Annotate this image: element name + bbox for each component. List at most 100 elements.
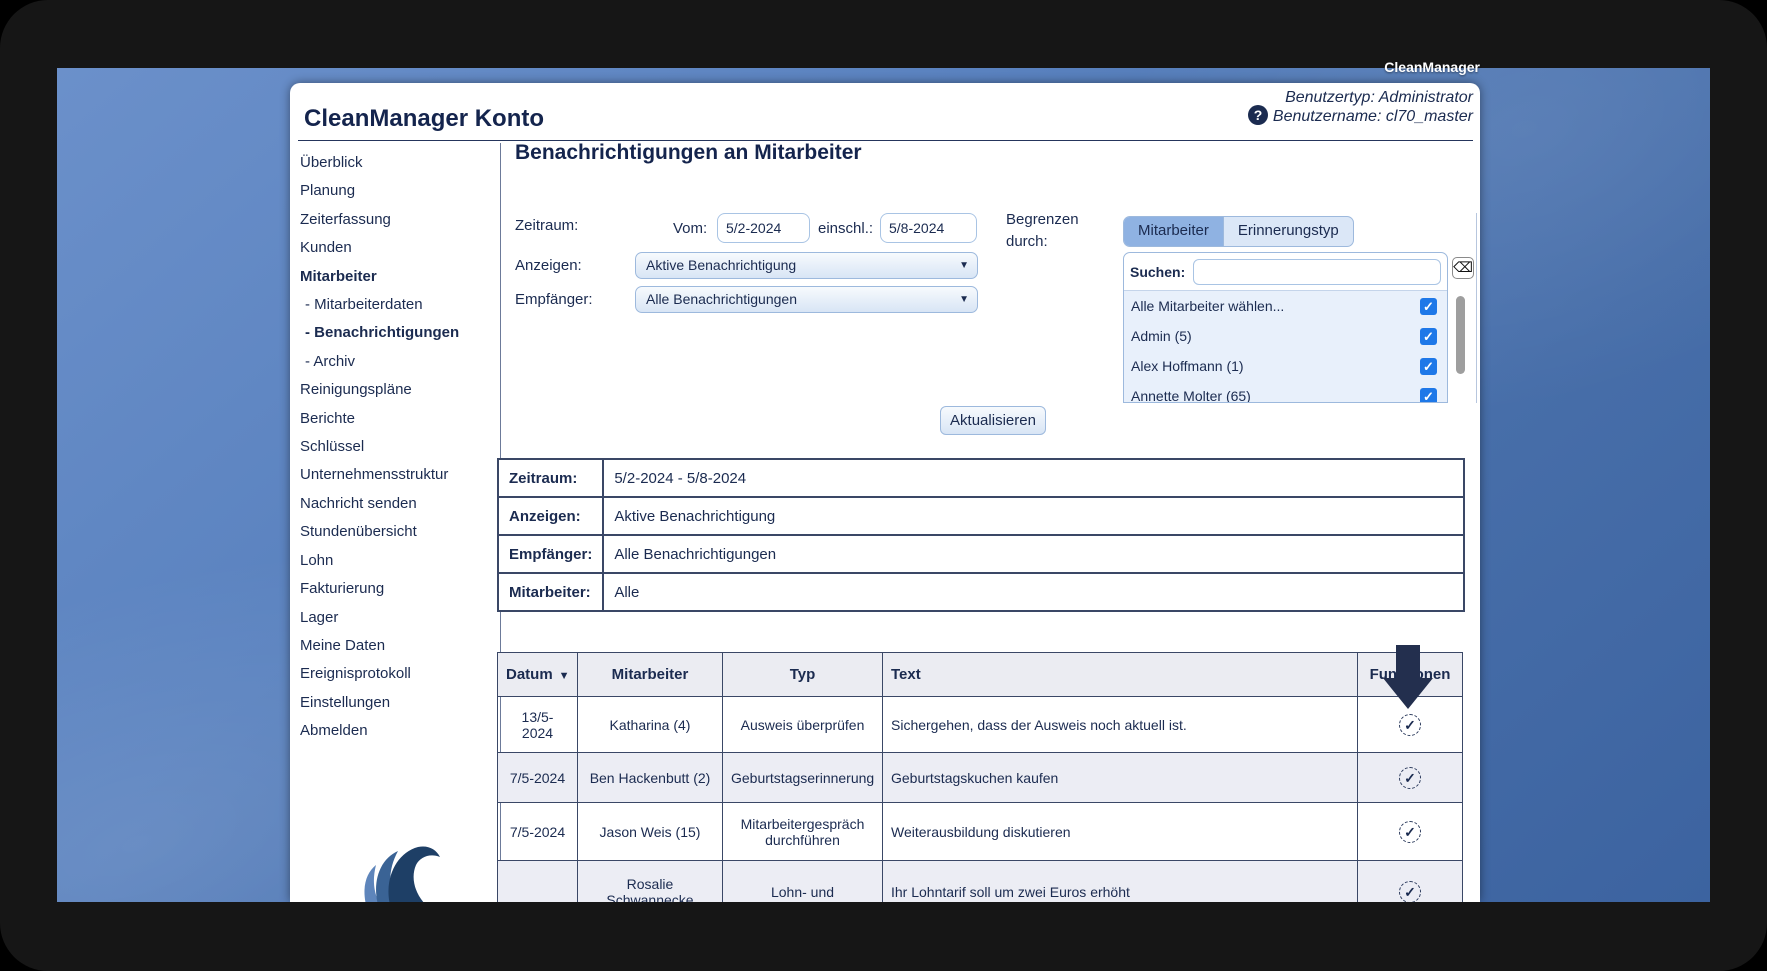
sidebar-item-zeiterfassung[interactable]: Zeiterfassung [300, 206, 496, 234]
complete-check-icon[interactable]: ✓ [1399, 820, 1421, 843]
table-row: 7/5-2024 Ben Hackenbutt (2) Geburtstagseri… [497, 752, 1463, 803]
cell-text: Geburtstagskuchen kaufen [882, 752, 1358, 803]
sidebar-item-meine-daten[interactable]: Meine Daten [300, 632, 496, 660]
employee-checkbox[interactable]: ✓ [1420, 327, 1437, 345]
sidebar-item-lohn[interactable]: Lohn [300, 547, 496, 575]
date-from-input[interactable] [717, 213, 810, 243]
sidebar-item-benachrichtigungen[interactable]: - Benachrichtigungen [300, 319, 496, 347]
user-name: Benutzername: cl70_master [1272, 108, 1473, 125]
cell-text: Sichergehen, dass der Ausweis noch aktue… [882, 696, 1358, 753]
cell-typ: Geburtstagserinnerung [722, 752, 883, 803]
search-row: Suchen: [1124, 253, 1447, 290]
summary-value: Alle [602, 572, 1465, 612]
header-divider [298, 140, 1473, 141]
sidebar-item-mitarbeiterdaten[interactable]: - Mitarbeiterdaten [300, 291, 496, 319]
tab-mitarbeiter[interactable]: Mitarbeiter [1124, 217, 1224, 246]
table-row: Rosalie Schwannecke Lohn- und Ihr Lohntari… [497, 860, 1463, 902]
empfaenger-select-value: Alle Benachrichtigungen [646, 291, 797, 307]
cell-funktionen: ✓ [1357, 802, 1463, 861]
employee-label: Admin (5) [1131, 328, 1192, 344]
sidebar-item-reinigungspl-ne[interactable]: Reinigungspläne [300, 376, 496, 404]
summary-label: Empfänger: [496, 534, 605, 574]
employee-list-item[interactable]: Annette Molter (65) ✓ [1124, 381, 1447, 402]
cell-datum: 13/5-2024 [497, 696, 578, 753]
summary-value: Alle Benachrichtigungen [602, 534, 1465, 574]
table-header-row: Datum▼ Mitarbeiter Typ Text Funktionen [497, 652, 1463, 697]
content-title: Benachrichtigungen an Mitarbeiter [515, 141, 862, 164]
panel-edge-divider [1476, 213, 1477, 403]
employee-list-item[interactable]: Alle Mitarbeiter wählen... ✓ [1124, 291, 1447, 321]
sidebar-item-lager[interactable]: Lager [300, 604, 496, 632]
date-to-input[interactable] [880, 213, 977, 243]
employee-checkbox[interactable]: ✓ [1420, 357, 1437, 375]
filter-tabs: Mitarbeiter Erinnerungstyp [1123, 216, 1354, 247]
search-input[interactable] [1193, 258, 1441, 285]
employee-checkbox[interactable]: ✓ [1420, 297, 1437, 315]
employee-list-item[interactable]: Admin (5) ✓ [1124, 321, 1447, 351]
cell-text: Weiterausbildung diskutieren [882, 802, 1358, 861]
employee-checkbox[interactable]: ✓ [1420, 387, 1437, 402]
sidebar-item-schl-ssel[interactable]: Schlüssel [300, 433, 496, 461]
sidebar-item-einstellungen[interactable]: Einstellungen [300, 689, 496, 717]
summary-row: Anzeigen: Aktive Benachrichtigung [496, 496, 1465, 536]
complete-check-icon[interactable]: ✓ [1399, 766, 1421, 789]
filter-summary-table: Zeitraum: 5/2-2024 - 5/8-2024 Anzeigen: Akt… [496, 458, 1465, 612]
employee-label: Alle Mitarbeiter wählen... [1131, 298, 1285, 314]
cell-mitarbeiter: Katharina (4) [577, 696, 723, 753]
table-row: 13/5-2024 Katharina (4) Ausweis überprüfen… [497, 696, 1463, 753]
summary-label: Mitarbeiter: [496, 572, 605, 612]
complete-check-icon[interactable]: ✓ [1399, 880, 1421, 902]
tab-erinnerungstyp[interactable]: Erinnerungstyp [1224, 217, 1353, 246]
sidebar-item-fakturierung[interactable]: Fakturierung [300, 575, 496, 603]
sidebar-item-unternehmensstruktur[interactable]: Unternehmensstruktur [300, 461, 496, 489]
sidebar-item-mitarbeiter[interactable]: Mitarbeiter [300, 263, 496, 291]
cell-datum: 7/5-2024 [497, 802, 578, 861]
employee-list-scrollbar[interactable] [1456, 296, 1465, 374]
cell-funktionen: ✓ [1357, 752, 1463, 803]
sidebar-item--berblick[interactable]: Überblick [300, 149, 496, 177]
sort-desc-icon[interactable]: ▼ [559, 670, 570, 682]
vom-label: Vom: [673, 220, 708, 237]
complete-check-icon[interactable]: ✓ [1399, 713, 1421, 736]
desktop-watermark: CleanManager [1384, 59, 1480, 75]
search-label: Suchen: [1130, 263, 1186, 280]
limit-by-label: Begrenzen durch: [1006, 211, 1079, 250]
sidebar-item-abmelden[interactable]: Abmelden [300, 717, 496, 745]
update-button[interactable]: Aktualisieren [940, 406, 1046, 435]
user-info: Benutzertyp: Administrator Benutzername:… [1273, 88, 1473, 126]
sidebar-item-kunden[interactable]: Kunden [300, 234, 496, 262]
pointer-arrow-icon [1383, 645, 1433, 709]
clear-search-icon[interactable]: ⌫ [1452, 257, 1474, 279]
sidebar-item-planung[interactable]: Planung [300, 177, 496, 205]
sidebar-item-stunden-bersicht[interactable]: Stundenübersicht [300, 518, 496, 546]
cell-typ: Lohn- und [722, 860, 883, 902]
summary-label: Zeitraum: [496, 458, 605, 498]
desktop-background: CleanManager Konto ? Benutzertyp: Admini… [57, 68, 1710, 902]
col-header-mitarbeiter[interactable]: Mitarbeiter [577, 652, 723, 697]
employee-list-item[interactable]: Alex Hoffmann (1) ✓ [1124, 351, 1447, 381]
cell-datum [497, 860, 578, 902]
col-header-text[interactable]: Text [882, 652, 1358, 697]
notifications-table: Datum▼ Mitarbeiter Typ Text Funktionen 1… [497, 652, 1463, 902]
cell-mitarbeiter: Jason Weis (15) [577, 802, 723, 861]
summary-value: 5/2-2024 - 5/8-2024 [602, 458, 1465, 498]
cell-typ: Ausweis überprüfen [722, 696, 883, 753]
anzeigen-select[interactable]: Aktive Benachrichtigung ▼ [635, 252, 978, 279]
col-header-datum[interactable]: Datum ▼ [497, 652, 578, 697]
cell-typ: Mitarbeitergespräch durchführen [722, 802, 883, 861]
empfaenger-select[interactable]: Alle Benachrichtigungen ▼ [635, 286, 978, 313]
chevron-down-icon: ▼ [959, 260, 969, 271]
col-header-typ[interactable]: Typ [722, 652, 883, 697]
summary-row: Empfänger: Alle Benachrichtigungen [496, 534, 1465, 574]
device-frame: CleanManager CleanManager Konto ? Benutz… [0, 0, 1767, 971]
sidebar-item-berichte[interactable]: Berichte [300, 405, 496, 433]
sidebar-item-nachricht-senden[interactable]: Nachricht senden [300, 490, 496, 518]
summary-row: Mitarbeiter: Alle [496, 572, 1465, 612]
sidebar-item-archiv[interactable]: - Archiv [300, 348, 496, 376]
employee-filter-panel: Suchen: Alle Mitarbeiter wählen... ✓ Admin… [1123, 252, 1448, 403]
cleanmanager-wave-logo [364, 846, 440, 902]
summary-value: Aktive Benachrichtigung [602, 496, 1465, 536]
help-icon[interactable]: ? [1248, 105, 1268, 125]
summary-row: Zeitraum: 5/2-2024 - 5/8-2024 [496, 458, 1465, 498]
sidebar-item-ereignisprotokoll[interactable]: Ereignisprotokoll [300, 660, 496, 688]
